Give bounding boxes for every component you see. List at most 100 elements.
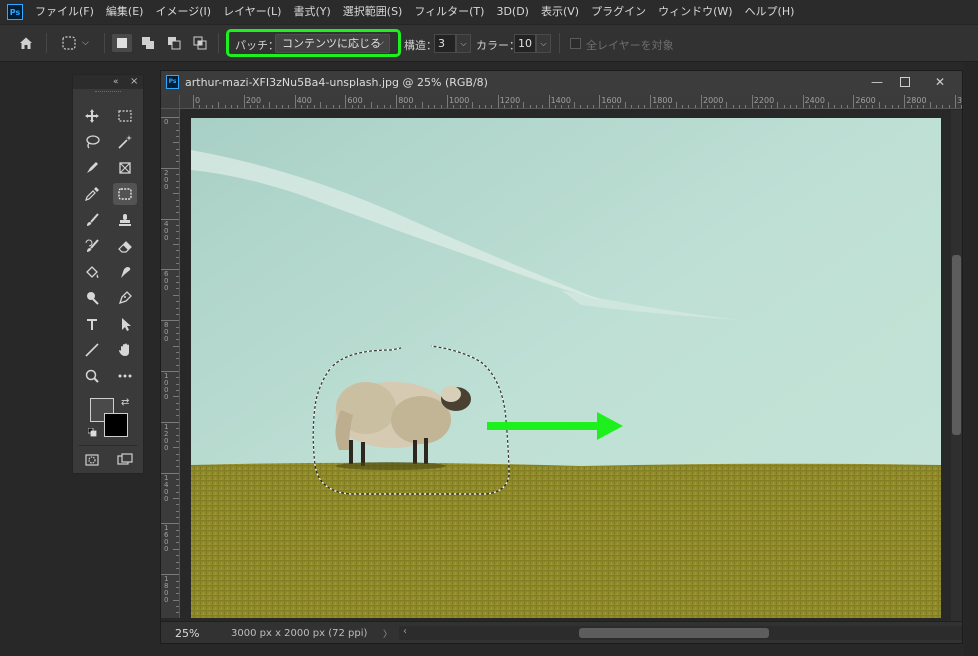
hand-tool-button[interactable] bbox=[113, 339, 137, 361]
ruler-minor-tick bbox=[176, 364, 179, 366]
ruler-minor-tick bbox=[453, 105, 455, 108]
more-tools-button[interactable] bbox=[113, 365, 137, 387]
patch-tool-icon bbox=[118, 188, 132, 200]
ruler-minor-tick bbox=[173, 447, 179, 449]
ruler-minor-tick bbox=[176, 580, 179, 582]
color-dropdown-button[interactable]: ⌵ bbox=[536, 34, 551, 53]
selection-add-button[interactable] bbox=[138, 34, 158, 52]
menu-file[interactable]: ファイル(F) bbox=[31, 0, 100, 24]
ruler-minor-tick bbox=[173, 244, 179, 245]
path-pen-tool-button[interactable] bbox=[113, 287, 137, 309]
ruler-minor-tick bbox=[288, 105, 290, 108]
ruler-minor-tick bbox=[176, 504, 179, 506]
type-tool-button[interactable] bbox=[80, 313, 104, 335]
ruler-minor-tick bbox=[758, 105, 760, 108]
chevron-left-icon[interactable]: ‹ bbox=[403, 626, 407, 637]
menu-layer[interactable]: レイヤー(L) bbox=[217, 0, 287, 24]
close-icon[interactable]: × bbox=[130, 75, 138, 89]
zoom-level[interactable]: 25% bbox=[175, 627, 199, 640]
patch-tool-button[interactable] bbox=[113, 183, 137, 205]
menu-help[interactable]: ヘルプ(H) bbox=[739, 0, 801, 24]
selection-intersect-button[interactable] bbox=[190, 34, 210, 52]
brush-tool-button[interactable] bbox=[80, 209, 104, 231]
document-info[interactable]: 3000 px x 2000 px (72 ppi) bbox=[231, 628, 367, 639]
ruler-origin[interactable] bbox=[161, 95, 180, 109]
ruler-minor-tick bbox=[176, 434, 179, 436]
maximize-button[interactable] bbox=[892, 73, 918, 91]
menu-window[interactable]: ウィンドウ(W) bbox=[652, 0, 738, 24]
ruler-label: 0 bbox=[164, 118, 169, 126]
path-selection-tool-button[interactable] bbox=[113, 313, 137, 335]
close-button[interactable]: ✕ bbox=[927, 73, 953, 91]
vertical-ruler[interactable]: 0200400600800100012001400160018002000 bbox=[161, 109, 180, 618]
patch-mode-select[interactable]: コンテンツに応じる ⌵ bbox=[275, 34, 390, 53]
lasso-tool-button[interactable] bbox=[80, 131, 104, 153]
vertical-scroll-thumb[interactable] bbox=[952, 255, 961, 435]
tools-panel: « × ⇄ bbox=[72, 74, 144, 474]
vertical-scrollbar[interactable] bbox=[951, 110, 962, 621]
collapse-icon[interactable]: « bbox=[113, 75, 119, 89]
ruler-minor-tick bbox=[176, 237, 179, 239]
minimize-button[interactable]: — bbox=[864, 73, 890, 91]
default-colors-icon[interactable] bbox=[88, 428, 97, 437]
menu-select[interactable]: 選択範囲(S) bbox=[337, 0, 409, 24]
frame-tool-button[interactable] bbox=[113, 157, 137, 179]
screen-mode-button[interactable] bbox=[113, 449, 137, 471]
sample-all-layers-checkbox[interactable] bbox=[570, 38, 581, 49]
swap-colors-icon[interactable]: ⇄ bbox=[121, 397, 129, 408]
ruler-minor-tick bbox=[732, 105, 734, 108]
quick-mask-button[interactable] bbox=[80, 449, 104, 471]
ruler-minor-tick bbox=[224, 105, 226, 108]
menu-filter[interactable]: フィルター(T) bbox=[408, 0, 490, 24]
history-brush-tool-button[interactable] bbox=[80, 235, 104, 257]
color-input[interactable]: 10 bbox=[514, 34, 536, 53]
ruler-minor-tick bbox=[834, 105, 836, 108]
home-button[interactable] bbox=[18, 25, 34, 61]
horizontal-ruler[interactable]: 0 200 400 600 800 1000 1200 1400 1600 1800 2000 220… bbox=[180, 95, 962, 109]
structure-dropdown-button[interactable]: ⌵ bbox=[456, 34, 471, 53]
canvas-area[interactable] bbox=[181, 110, 951, 621]
ruler-minor-tick bbox=[176, 186, 179, 188]
stamp-tool-button[interactable] bbox=[113, 209, 137, 231]
menu-edit[interactable]: 編集(E) bbox=[100, 0, 150, 24]
line-tool-button[interactable] bbox=[80, 339, 104, 361]
menu-view[interactable]: 表示(V) bbox=[535, 0, 585, 24]
dodge-tool-button[interactable] bbox=[80, 287, 104, 309]
menu-type[interactable]: 書式(Y) bbox=[287, 0, 336, 24]
ruler-minor-tick bbox=[176, 224, 179, 226]
photoshop-logo[interactable]: Ps bbox=[7, 4, 23, 20]
selection-new-button[interactable] bbox=[112, 34, 132, 52]
zoom-tool-button[interactable] bbox=[80, 365, 104, 387]
background-color-swatch[interactable] bbox=[104, 413, 128, 437]
ruler-minor-tick bbox=[300, 105, 302, 108]
ruler-minor-tick bbox=[707, 105, 709, 108]
brush-tool-icon bbox=[87, 213, 99, 226]
eyedropper-tool-button[interactable] bbox=[80, 183, 104, 205]
marquee-tool-button[interactable] bbox=[113, 105, 137, 127]
horizontal-scrollbar[interactable]: ‹ bbox=[399, 626, 962, 640]
ruler-tick bbox=[548, 95, 550, 108]
chevron-right-icon[interactable]: 〉 bbox=[383, 627, 392, 640]
ruler-minor-tick bbox=[916, 105, 918, 108]
ruler-tick bbox=[396, 95, 398, 108]
pen-tool-button[interactable] bbox=[80, 157, 104, 179]
tool-preset-picker[interactable]: ⌵ bbox=[60, 25, 89, 61]
move-tool-button[interactable] bbox=[80, 105, 104, 127]
menu-plugins[interactable]: プラグイン bbox=[585, 0, 652, 24]
smudge-tool-button[interactable] bbox=[113, 261, 137, 283]
menu-image[interactable]: イメージ(I) bbox=[149, 0, 217, 24]
eraser-tool-button[interactable] bbox=[113, 235, 137, 257]
panel-grip[interactable] bbox=[95, 91, 121, 97]
ruler-minor-tick bbox=[593, 105, 595, 108]
selection-subtract-button[interactable] bbox=[164, 34, 184, 52]
ruler-minor-tick bbox=[176, 275, 179, 277]
menu-3d[interactable]: 3D(D) bbox=[490, 0, 535, 24]
horizontal-scroll-thumb[interactable] bbox=[579, 628, 769, 638]
document-tab[interactable]: Ps arthur-mazi-XFI3zNu5Ba4-unsplash.jpg … bbox=[161, 71, 962, 95]
ruler-minor-tick bbox=[364, 105, 366, 108]
ruler-minor-tick bbox=[935, 105, 937, 108]
paint-bucket-tool-button[interactable] bbox=[80, 261, 104, 283]
magic-wand-tool-button[interactable] bbox=[113, 131, 137, 153]
ruler-minor-tick bbox=[176, 263, 179, 265]
structure-input[interactable]: 3 bbox=[434, 34, 456, 53]
